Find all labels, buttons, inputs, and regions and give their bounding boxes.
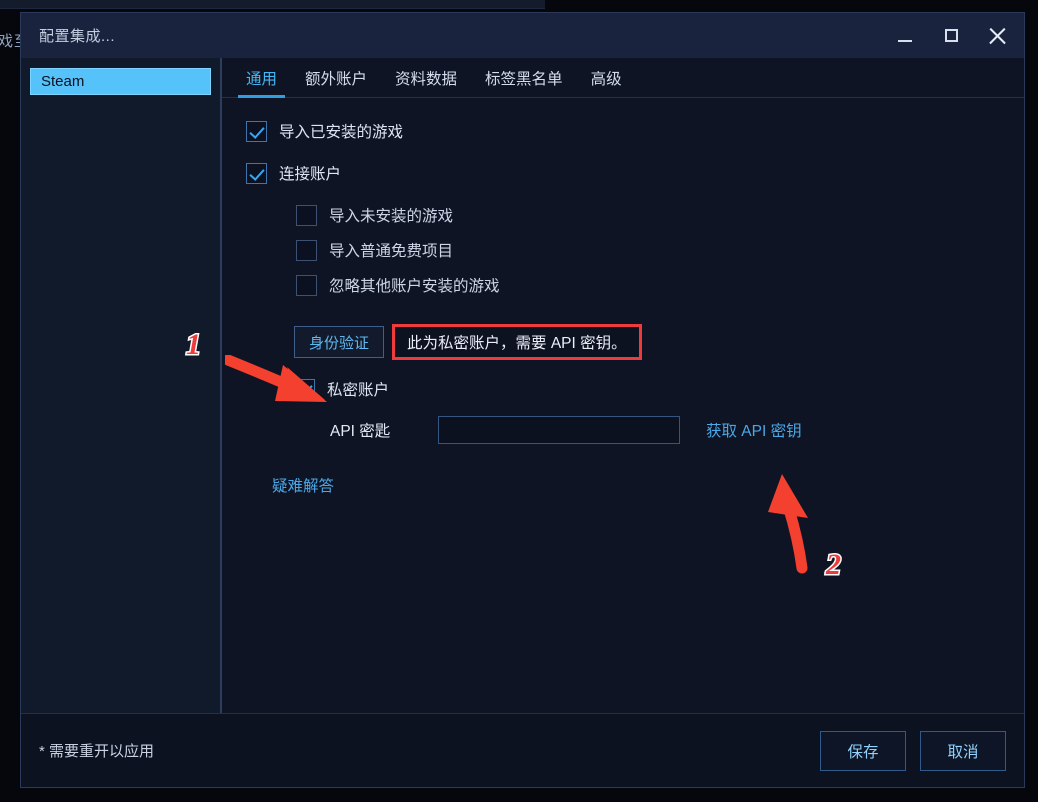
tab-profile-data[interactable]: 资料数据 [381, 67, 471, 97]
option-import-free-items[interactable]: 导入普通免费项目 [296, 239, 1024, 261]
private-account-checkbox[interactable] [294, 378, 315, 400]
import-uninstalled-games-label: 导入未安装的游戏 [329, 208, 454, 225]
dialog-footer: * 需要重开以应用 保存 取消 [21, 713, 1024, 787]
dialog-body: Steam 通用 额外账户 资料数据 标签黑名单 高级 导入已安装的游戏 连接账… [21, 58, 1024, 713]
private-account-label: 私密账户 [327, 382, 390, 399]
import-free-items-label: 导入普通免费项目 [329, 243, 454, 260]
sidebar-item-label: Steam [41, 73, 85, 90]
maximize-icon [944, 29, 958, 42]
close-button[interactable] [974, 13, 1020, 58]
connect-account-checkbox[interactable] [246, 162, 267, 184]
screen: 戏至 配置集成... Steam 通用 额外账户 资料数据 标签黑名单 高级 导… [0, 0, 1038, 802]
import-installed-games-checkbox[interactable] [246, 120, 267, 142]
ignore-other-accounts-games-checkbox[interactable] [296, 274, 317, 296]
background-app-topbar [0, 0, 545, 9]
window-controls [882, 13, 1020, 58]
authenticate-button[interactable]: 身份验证 [294, 326, 385, 358]
api-key-input[interactable] [438, 416, 680, 444]
ignore-other-accounts-games-label: 忽略其他账户安装的游戏 [329, 278, 500, 295]
option-ignore-other-accounts-games[interactable]: 忽略其他账户安装的游戏 [296, 274, 1024, 296]
import-installed-games-label: 导入已安装的游戏 [279, 124, 404, 141]
dialog-titlebar: 配置集成... [21, 13, 1024, 58]
restart-required-note: * 需要重开以应用 [39, 743, 155, 760]
get-api-key-link[interactable]: 获取 API 密钥 [706, 419, 802, 441]
import-free-items-checkbox[interactable] [296, 239, 317, 261]
tab-extra-accounts[interactable]: 额外账户 [291, 67, 381, 97]
minimize-button[interactable] [882, 13, 928, 58]
sidebar: Steam [21, 58, 222, 713]
cancel-button[interactable]: 取消 [920, 730, 1006, 771]
private-account-warning: 此为私密账户，需要 API 密钥。 [392, 324, 642, 360]
close-icon [988, 27, 1006, 45]
option-import-installed-games[interactable]: 导入已安装的游戏 [246, 120, 1024, 142]
tab-tag-blacklist[interactable]: 标签黑名单 [471, 67, 577, 97]
configure-integration-dialog: 配置集成... Steam 通用 额外账户 资料数据 标签黑名单 高级 导入已安… [20, 12, 1025, 788]
authentication-row: 身份验证 此为私密账户，需要 API 密钥。 [294, 324, 1024, 360]
api-key-row: API 密匙 获取 API 密钥 [330, 416, 1024, 444]
minimize-icon [898, 39, 912, 42]
maximize-button[interactable] [928, 13, 974, 58]
dialog-title: 配置集成... [39, 28, 116, 45]
tab-advanced[interactable]: 高级 [577, 67, 636, 97]
connect-account-label: 连接账户 [279, 166, 342, 183]
tab-general[interactable]: 通用 [232, 67, 291, 98]
sidebar-item-steam[interactable]: Steam [30, 68, 211, 95]
save-button[interactable]: 保存 [820, 730, 906, 771]
content-panel: 通用 额外账户 资料数据 标签黑名单 高级 导入已安装的游戏 连接账户 导入未安… [222, 58, 1024, 713]
option-private-account[interactable]: 私密账户 [294, 378, 1024, 400]
general-settings-form: 导入已安装的游戏 连接账户 导入未安装的游戏 导入普通免费项目 忽略其他账户安装… [222, 98, 1024, 713]
option-import-uninstalled-games[interactable]: 导入未安装的游戏 [296, 204, 1024, 226]
api-key-label: API 密匙 [330, 423, 391, 440]
import-uninstalled-games-checkbox[interactable] [296, 204, 317, 226]
troubleshoot-link[interactable]: 疑难解答 [272, 474, 334, 496]
option-connect-account[interactable]: 连接账户 [246, 162, 1024, 184]
tab-bar: 通用 额外账户 资料数据 标签黑名单 高级 [222, 58, 1024, 98]
